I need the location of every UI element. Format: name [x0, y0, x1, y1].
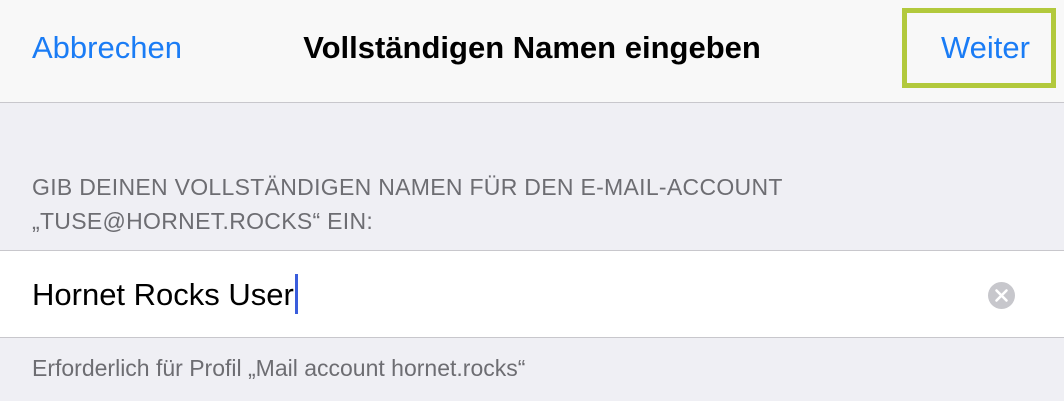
clear-circle-icon[interactable] [988, 282, 1015, 309]
section-header: GIB DEINEN VOLLSTÄNDIGEN NAMEN FÜR DEN E… [32, 170, 1032, 238]
next-button[interactable]: Weiter [941, 28, 1030, 68]
navigation-bar: Abbrechen Vollständigen Namen eingeben W… [0, 0, 1064, 103]
full-name-input[interactable]: Hornet Rocks User [32, 273, 298, 317]
section-header-line-1: GIB DEINEN VOLLSTÄNDIGEN NAMEN FÜR DEN E… [32, 174, 783, 200]
section-header-line-2: „TUSE@HORNET.ROCKS“ EIN: [32, 208, 374, 234]
full-name-field[interactable]: Hornet Rocks User [0, 250, 1064, 338]
full-name-screen: Abbrechen Vollständigen Namen eingeben W… [0, 0, 1064, 401]
profile-note: Erforderlich für Profil „Mail account ho… [32, 355, 526, 381]
text-cursor [294, 274, 298, 314]
full-name-value: Hornet Rocks User [32, 277, 294, 312]
